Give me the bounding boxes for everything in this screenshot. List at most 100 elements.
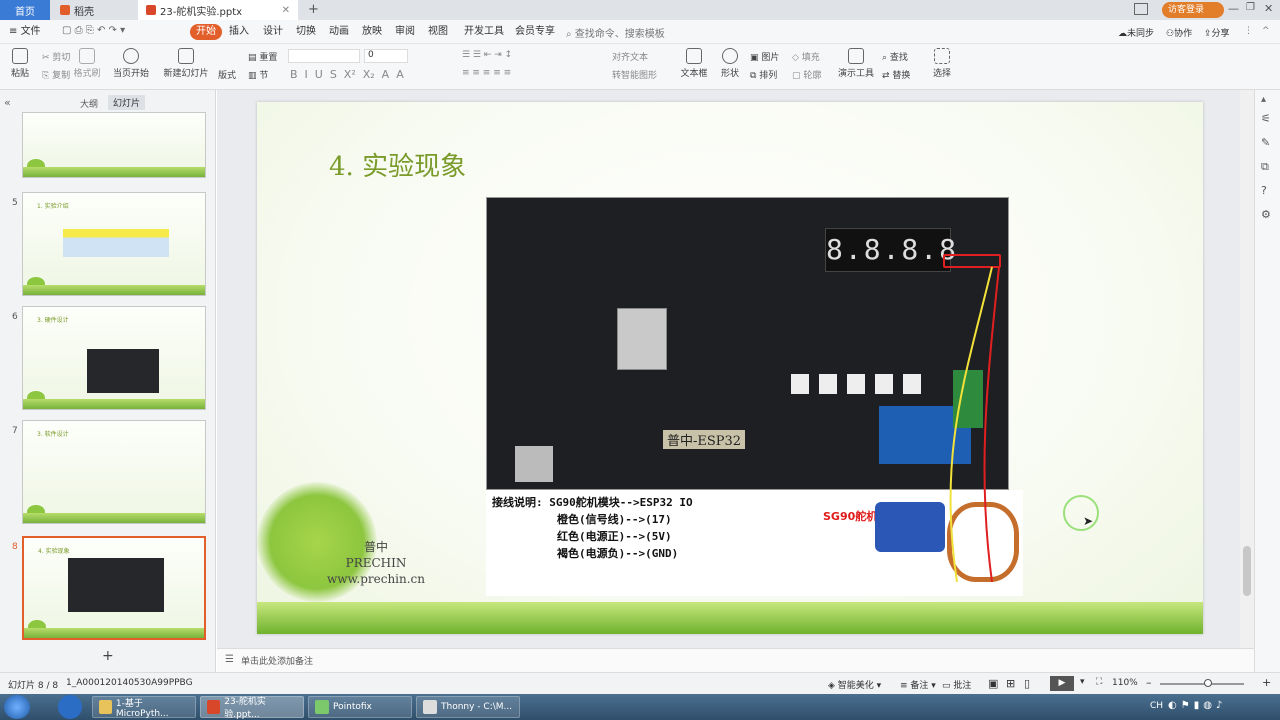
- zoom-slider-handle[interactable]: [1204, 679, 1212, 687]
- tab-home[interactable]: 首页: [0, 0, 50, 20]
- menu-design[interactable]: 设计: [260, 24, 286, 40]
- menu-view[interactable]: 视图: [425, 24, 451, 40]
- add-slide-button[interactable]: +: [102, 648, 114, 664]
- zoom-dropdown[interactable]: ▾: [1080, 677, 1085, 687]
- zoom-slider[interactable]: [1160, 679, 1244, 687]
- paragraph-list-buttons[interactable]: ☰ ☰ ⇤ ⇥ ↕: [462, 50, 512, 60]
- collapse-ribbon-icon[interactable]: ^: [1262, 26, 1270, 36]
- replace-button[interactable]: ⇄ 替换: [882, 68, 910, 81]
- find-button[interactable]: ⌕ 查找: [882, 50, 908, 63]
- smartart-button[interactable]: 转智能图形: [612, 68, 657, 81]
- paste-button[interactable]: 粘贴: [6, 48, 34, 79]
- more-icon[interactable]: ⋮: [1244, 26, 1253, 36]
- browser-taskbar-icon[interactable]: [58, 695, 82, 719]
- copy-button[interactable]: ⎘ 复制: [42, 68, 70, 81]
- command-search[interactable]: ⌕ 查找命令、搜索模板: [566, 25, 665, 40]
- login-button[interactable]: 访客登录: [1162, 2, 1225, 18]
- menu-member[interactable]: 会员专享: [512, 24, 558, 40]
- tab-close-icon[interactable]: ✕: [282, 5, 290, 16]
- system-tray-icons[interactable]: ◐⚑▮◍♪: [1168, 700, 1226, 711]
- scrollbar-thumb[interactable]: [1243, 546, 1251, 596]
- paragraph-align-buttons[interactable]: ≡ ≡ ≡ ≡ ≡: [462, 68, 511, 78]
- share-button[interactable]: ⇪分享: [1204, 26, 1230, 39]
- menu-file[interactable]: ≡ 文件: [6, 24, 44, 40]
- notes-toggle-button[interactable]: ≡ 备注 ▾: [900, 678, 936, 691]
- minimize-icon[interactable]: —: [1228, 2, 1239, 15]
- tab-outline[interactable]: 大纲: [80, 97, 98, 110]
- esp32-module-image: [617, 308, 667, 370]
- input-language[interactable]: CH: [1150, 701, 1163, 711]
- new-slide-button[interactable]: 新建幻灯片: [162, 48, 210, 79]
- toolbox-icon[interactable]: ⚙: [1261, 208, 1271, 221]
- restore-icon[interactable]: ❐: [1246, 2, 1255, 13]
- outline-button[interactable]: ▢ 轮廓: [792, 68, 821, 81]
- taskbar-item-explorer[interactable]: 1-基于MicroPyth...: [92, 696, 196, 719]
- reset-button[interactable]: ▤ 重置: [248, 50, 277, 63]
- text-align-button[interactable]: 对齐文本: [612, 50, 648, 63]
- panel-icon[interactable]: [1134, 3, 1148, 15]
- cut-button[interactable]: ✂ 剪切: [42, 50, 70, 63]
- collab-button[interactable]: ⚇协作: [1166, 26, 1192, 39]
- play-current-button[interactable]: 当页开始: [110, 48, 152, 79]
- help-icon[interactable]: ?: [1261, 184, 1267, 197]
- taskbar-item-thonny[interactable]: Thonny - C:\M...: [416, 696, 520, 718]
- menu-devtools[interactable]: 开发工具: [461, 24, 507, 40]
- picture-button[interactable]: ▣ 图片: [750, 50, 779, 63]
- zoom-in-icon[interactable]: +: [1262, 676, 1271, 689]
- font-name-box[interactable]: [288, 49, 360, 63]
- slide-thumbnail-4[interactable]: [22, 112, 206, 178]
- close-icon[interactable]: ✕: [1264, 2, 1273, 15]
- notes-placeholder[interactable]: 单击此处添加备注: [241, 654, 313, 667]
- reading-view-icon[interactable]: ▯: [1024, 677, 1030, 690]
- play-slideshow-button[interactable]: ▶: [1050, 676, 1074, 691]
- font-style-buttons[interactable]: B I U S X² X₂ A A: [290, 68, 404, 81]
- tab-document[interactable]: 23-舵机实验.pptx ✕: [138, 0, 298, 20]
- menu-animation[interactable]: 动画: [326, 24, 352, 40]
- collapse-pane-icon[interactable]: «: [4, 96, 11, 109]
- format-painter-button[interactable]: 格式刷: [72, 48, 102, 79]
- fit-window-icon[interactable]: ⛶: [1096, 677, 1102, 687]
- quick-access-icons[interactable]: ▢ ⎙ ⎘ ↶ ↷ ▾: [62, 25, 125, 36]
- menu-review[interactable]: 审阅: [392, 24, 418, 40]
- slide-number-7: 7: [12, 426, 18, 436]
- section-button[interactable]: ▥ 节: [248, 68, 268, 81]
- menu-transition[interactable]: 切换: [293, 24, 319, 40]
- slide-thumbnail-5[interactable]: 1. 实验介绍: [22, 192, 206, 296]
- font-size-box[interactable]: 0: [364, 49, 408, 63]
- thumb-title: 3. 硬件设计: [37, 317, 69, 324]
- taskbar-item-pointofix[interactable]: Pointofix: [308, 696, 412, 718]
- tab-slides[interactable]: 幻灯片: [108, 95, 146, 110]
- notes-pane[interactable]: ☰ 单击此处添加备注: [217, 648, 1254, 672]
- slide-title[interactable]: 4. 实验现象: [329, 146, 466, 183]
- new-tab-icon[interactable]: +: [308, 2, 319, 17]
- layout-button[interactable]: 版式: [218, 68, 236, 81]
- menu-start[interactable]: 开始: [190, 24, 222, 40]
- pin-icon[interactable]: ✎: [1261, 136, 1270, 149]
- slide-thumbnail-7[interactable]: 3. 软件设计: [22, 420, 206, 524]
- sync-status[interactable]: ☁未同步: [1118, 26, 1154, 39]
- wiring-line-4: 褐色(电源负)-->(GND): [557, 547, 679, 560]
- select-button[interactable]: 选择: [928, 48, 956, 79]
- start-button[interactable]: [4, 695, 30, 719]
- sorter-view-icon[interactable]: ⊞: [1006, 677, 1015, 690]
- settings-sliders-icon[interactable]: ⚟: [1261, 112, 1271, 125]
- slide-thumbnail-6[interactable]: 3. 硬件设计: [22, 306, 206, 410]
- tab-daoke[interactable]: 稻壳: [52, 0, 136, 20]
- zoom-out-icon[interactable]: –: [1146, 676, 1152, 689]
- textbox-button[interactable]: 文本框: [678, 48, 710, 79]
- comments-button[interactable]: ▭ 批注: [942, 678, 971, 691]
- scroll-up-icon[interactable]: ▴: [1261, 94, 1266, 105]
- slide-thumbnail-8[interactable]: 4. 实验现象: [22, 536, 206, 640]
- presenter-tools-button[interactable]: 演示工具: [836, 48, 876, 79]
- vertical-scrollbar[interactable]: [1240, 90, 1254, 648]
- normal-view-icon[interactable]: ▣: [988, 677, 998, 690]
- slide-canvas[interactable]: 4. 实验现象 8.8.8.8 普中-ESP32 接线说明: SG90舵机模块-…: [257, 102, 1203, 634]
- copy-icon[interactable]: ⧉: [1261, 160, 1269, 174]
- menu-insert[interactable]: 插入: [226, 24, 252, 40]
- smart-beautify-button[interactable]: ◈ 智能美化 ▾: [828, 678, 881, 691]
- fill-button[interactable]: ◇ 填充: [792, 50, 820, 63]
- menu-slideshow[interactable]: 放映: [359, 24, 385, 40]
- arrange-button[interactable]: ⧉ 排列: [750, 68, 777, 81]
- taskbar-item-ppt[interactable]: 23-舵机实验.ppt...: [200, 696, 304, 720]
- shape-button[interactable]: 形状: [716, 48, 744, 79]
